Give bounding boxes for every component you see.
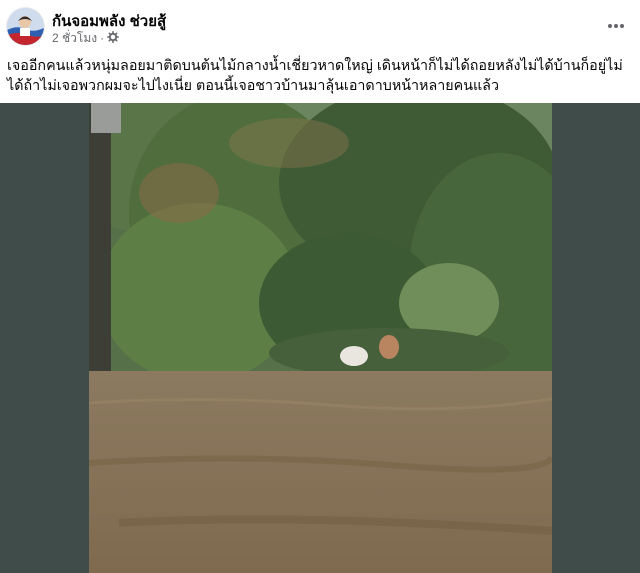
friends-settings-icon[interactable] (107, 30, 120, 46)
avatar-image (7, 8, 44, 45)
post-text: เจออีกคนแล้วหนุ่มลอยมาติดบนต้นไม้กลางน้ำ… (7, 58, 623, 94)
post-meta: 2 ชั่วโมง · (52, 29, 120, 48)
flood-photo (89, 103, 552, 573)
more-options-icon (608, 24, 624, 28)
post-media[interactable] (0, 103, 640, 573)
post-timestamp[interactable]: 2 ชั่วโมง (52, 29, 97, 48)
meta-separator: · (100, 31, 105, 45)
more-options-button[interactable] (602, 12, 630, 40)
author-avatar[interactable] (7, 8, 44, 45)
post-header: กันจอมพลัง ช่วยสู้ 2 ชั่วโมง · (0, 0, 640, 52)
